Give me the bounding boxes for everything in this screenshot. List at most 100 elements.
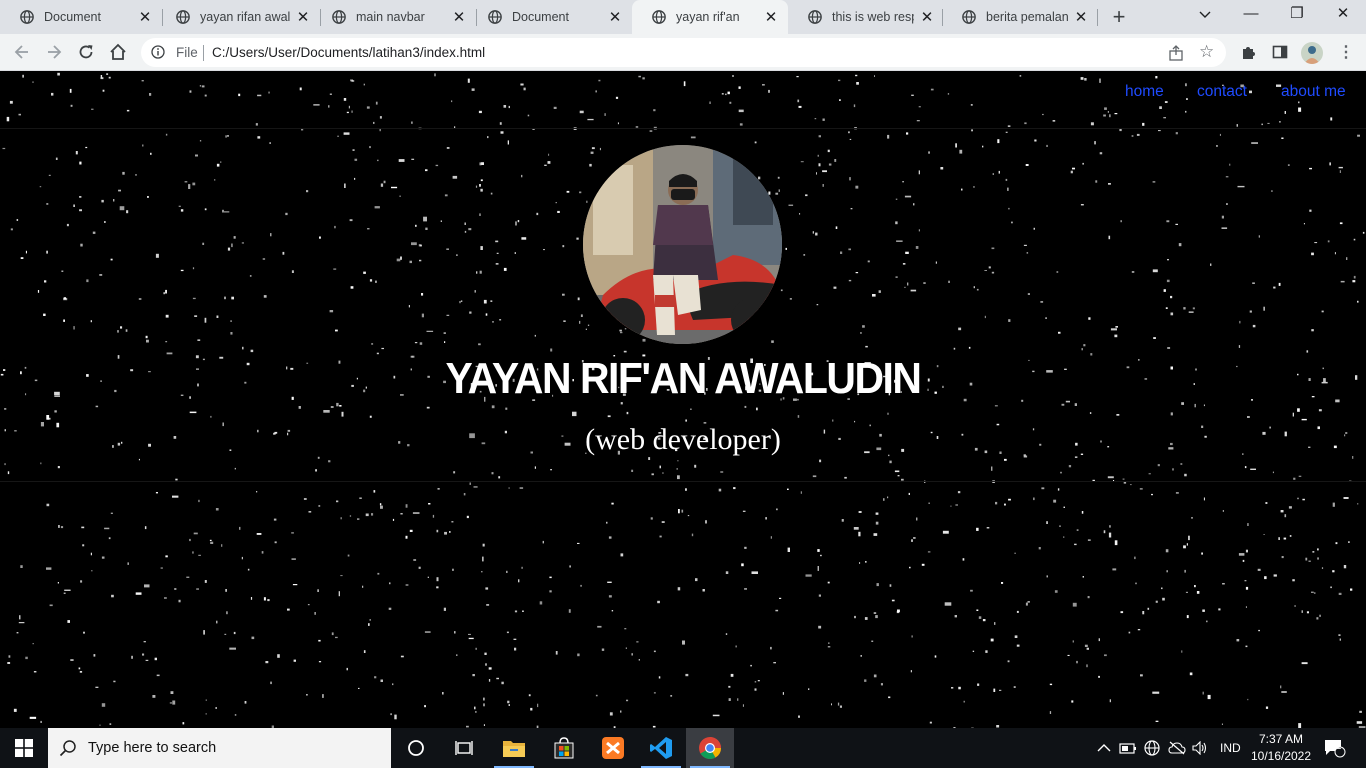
notification-icon — [1325, 740, 1346, 758]
chrome-icon — [699, 737, 721, 759]
hero-name: YAYAN RIF'AN AWALUDIN — [445, 354, 922, 403]
browser-tab-3[interactable]: Document ✕ — [468, 0, 632, 34]
close-tab-icon[interactable]: ✕ — [138, 8, 152, 26]
task-view-button[interactable] — [440, 728, 488, 768]
browser-tab-1[interactable]: yayan rifan awaludin ✕ — [156, 0, 320, 34]
input-language-indicator[interactable]: IND — [1220, 728, 1241, 768]
chevron-down-icon — [1199, 11, 1211, 18]
vscode-button[interactable] — [637, 728, 685, 768]
browser-tab-title: yayan rif'an — [676, 10, 740, 24]
globe-icon — [176, 10, 190, 24]
profile-photo-illustration — [583, 145, 782, 344]
minimize-button[interactable]: — — [1228, 0, 1274, 30]
globe-icon — [652, 10, 666, 24]
info-icon[interactable] — [151, 45, 165, 59]
action-center-button[interactable]: 1 — [1324, 728, 1346, 768]
network-tray-icon[interactable] — [1144, 728, 1160, 768]
close-tab-icon[interactable]: ✕ — [608, 8, 622, 26]
system-clock[interactable]: 7:37 AM 10/16/2022 — [1248, 731, 1314, 765]
browser-tab-4[interactable]: yayan rif'an ✕ — [632, 0, 788, 34]
site-navbar: home contact about me — [0, 72, 1366, 129]
browser-tab-title: Document — [44, 10, 101, 24]
close-tab-icon[interactable]: ✕ — [296, 8, 310, 26]
clock-time: 7:37 AM — [1258, 732, 1304, 746]
battery-tray-icon[interactable] — [1119, 728, 1137, 768]
browser-tab-0[interactable]: Document ✕ — [0, 0, 162, 34]
reload-button[interactable] — [74, 40, 98, 64]
cortana-circle-icon — [408, 740, 424, 756]
browser-tab-6[interactable]: berita pemalang ✕ — [942, 0, 1098, 34]
xampp-button[interactable] — [589, 728, 637, 768]
scheme-label: File — [176, 45, 198, 60]
close-tab-icon[interactable]: ✕ — [764, 8, 778, 26]
profile-avatar[interactable] — [1301, 42, 1323, 64]
windows-taskbar: Type here to search IND 7:37 AM 10/16/20… — [0, 728, 1366, 768]
back-button[interactable] — [10, 40, 34, 64]
windows-logo-icon — [15, 739, 33, 757]
chevron-up-icon — [1097, 744, 1111, 752]
taskbar-search-box[interactable]: Type here to search — [48, 728, 391, 768]
browser-tab-title: Document — [512, 10, 569, 24]
battery-icon — [1119, 743, 1136, 754]
address-divider — [203, 45, 204, 61]
cortana-button[interactable] — [392, 728, 440, 768]
nav-link-about[interactable]: about me — [1281, 83, 1346, 101]
extensions-button[interactable] — [1239, 43, 1257, 61]
side-panel-icon — [1272, 45, 1288, 59]
start-button[interactable] — [0, 728, 48, 768]
chrome-button[interactable] — [686, 728, 734, 768]
onedrive-tray-icon[interactable] — [1168, 728, 1186, 768]
globe-icon — [20, 10, 34, 24]
home-icon — [110, 43, 126, 60]
file-explorer-button[interactable] — [490, 728, 538, 768]
browser-tab-5[interactable]: this is web responsive ✕ — [788, 0, 944, 34]
search-icon — [59, 740, 76, 757]
speaker-icon — [1192, 741, 1207, 755]
close-tab-icon[interactable]: ✕ — [1074, 8, 1088, 26]
home-button[interactable] — [106, 40, 130, 64]
browser-tab-title: main navbar — [356, 10, 425, 24]
tab-search-button[interactable] — [1182, 0, 1228, 30]
task-view-icon — [455, 741, 473, 755]
hero-role: (web developer) — [585, 423, 781, 456]
globe-icon — [488, 10, 502, 24]
microsoft-store-button[interactable] — [540, 728, 588, 768]
close-window-button[interactable]: ✕ — [1320, 0, 1366, 30]
vscode-icon — [650, 737, 672, 759]
browser-tab-2[interactable]: main navbar ✕ — [312, 0, 476, 34]
tab-divider — [1097, 9, 1098, 26]
globe-icon — [962, 10, 976, 24]
bookmark-star-icon[interactable]: ☆ — [1199, 43, 1214, 61]
volume-tray-icon[interactable] — [1192, 728, 1208, 768]
clock-date: 10/16/2022 — [1250, 749, 1312, 763]
new-tab-button[interactable]: + — [1108, 6, 1130, 28]
nav-link-contact[interactable]: contact — [1197, 83, 1247, 101]
address-bar[interactable]: File C:/Users/User/Documents/latihan3/in… — [141, 38, 1226, 67]
web-page: home contact about me YAYAN RIF'AN AWALU… — [0, 72, 1366, 728]
avatar-icon — [1304, 46, 1320, 64]
xampp-icon — [602, 737, 624, 759]
browser-tab-strip: Document ✕ yayan rifan awaludin ✕ main n… — [0, 0, 1366, 34]
store-bag-icon — [554, 737, 574, 759]
arrow-left-icon — [14, 45, 28, 59]
browser-tab-title: berita pemalang — [986, 10, 1068, 24]
hero-section: YAYAN RIF'AN AWALUDIN (web developer) — [0, 128, 1366, 482]
notification-count: 1 — [1336, 741, 1342, 752]
search-placeholder: Type here to search — [88, 740, 217, 756]
browser-menu-button[interactable]: ⋮ — [1338, 42, 1354, 64]
show-hidden-icons-button[interactable] — [1097, 728, 1111, 768]
globe-icon — [808, 10, 822, 24]
side-panel-button[interactable] — [1271, 43, 1289, 61]
close-tab-icon[interactable]: ✕ — [920, 8, 934, 26]
forward-button[interactable] — [42, 40, 66, 64]
restore-button[interactable]: ❐ — [1274, 0, 1320, 30]
browser-tab-title: yayan rifan awaludin — [200, 10, 290, 24]
share-icon[interactable] — [1168, 45, 1184, 61]
cloud-off-icon — [1168, 741, 1186, 755]
browser-toolbar: File C:/Users/User/Documents/latihan3/in… — [0, 34, 1366, 71]
close-tab-icon[interactable]: ✕ — [452, 8, 466, 26]
folder-icon — [503, 741, 525, 757]
nav-link-home[interactable]: home — [1125, 83, 1164, 101]
globe-icon — [332, 10, 346, 24]
url-text[interactable]: C:/Users/User/Documents/latihan3/index.h… — [212, 45, 485, 60]
